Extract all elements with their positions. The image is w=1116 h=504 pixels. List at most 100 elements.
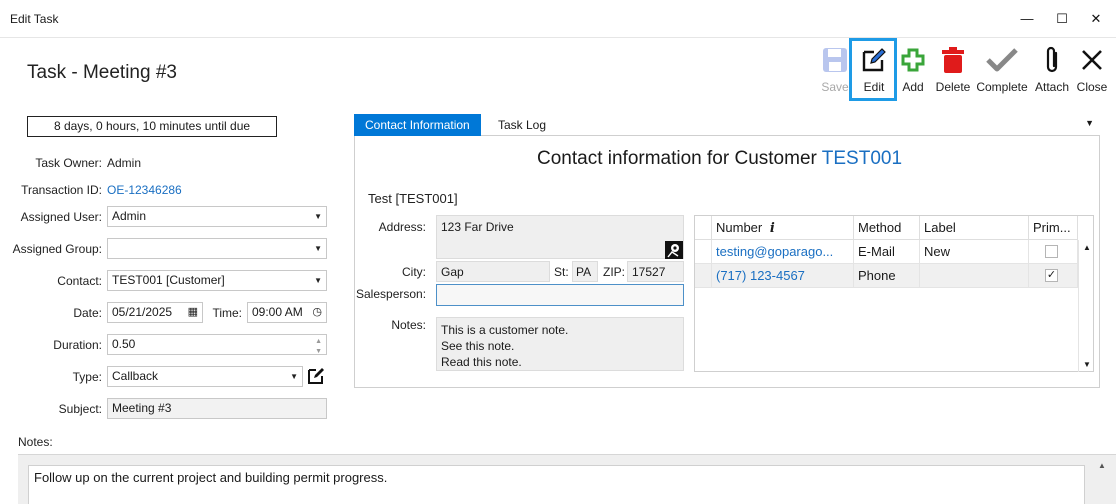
edit-label: Edit: [863, 80, 885, 94]
tab-task-log[interactable]: Task Log: [487, 114, 557, 136]
zip-label: ZIP:: [603, 265, 626, 279]
type-select[interactable]: Callback ▼: [107, 366, 303, 387]
chevron-down-icon: ▼: [290, 372, 298, 381]
subject-label: Subject:: [58, 402, 102, 416]
contact-heading: Contact information for Customer TEST001: [537, 148, 902, 170]
pencil-square-icon: [852, 44, 896, 76]
column-header-number[interactable]: Number i: [712, 216, 854, 240]
time-label: Time:: [212, 306, 242, 320]
table-cell-primary[interactable]: ✓: [1029, 264, 1078, 288]
row-selector[interactable]: [695, 240, 712, 264]
edit-type-button[interactable]: [306, 366, 326, 387]
assigned-group-select[interactable]: ▼: [107, 238, 327, 259]
task-owner-value: Admin: [107, 156, 142, 170]
address-value: 123 Far Drive: [441, 220, 514, 234]
complete-label: Complete: [976, 80, 1028, 94]
trash-icon: [931, 44, 975, 76]
date-value: 05/21/2025: [112, 305, 173, 319]
salesperson-input[interactable]: [436, 284, 684, 306]
city-field: Gap: [436, 261, 550, 282]
chevron-down-icon: ▼: [314, 276, 322, 285]
edit-button[interactable]: Edit: [852, 44, 896, 100]
title-bar: Edit Task — ☐ ✕: [0, 0, 1116, 38]
add-button[interactable]: Add: [891, 44, 935, 100]
table-cell-number[interactable]: testing@goparago...: [712, 240, 854, 264]
city-label: City:: [402, 265, 426, 279]
assigned-user-select[interactable]: Admin ▼: [107, 206, 327, 227]
tab-contact-information[interactable]: Contact Information: [354, 114, 481, 136]
close-button[interactable]: Close: [1070, 44, 1114, 100]
notes-label: Notes:: [18, 435, 53, 449]
contact-note-line: Read this note.: [441, 355, 522, 369]
contact-name: Test [TEST001]: [368, 191, 458, 206]
time-picker[interactable]: 09:00 AM ◷: [247, 302, 327, 323]
contact-note-line: See this note.: [441, 339, 515, 353]
duration-value: 0.50: [112, 337, 136, 351]
state-label: St:: [554, 265, 569, 279]
column-header-method[interactable]: Method: [854, 216, 920, 240]
column-header-label[interactable]: Label: [920, 216, 1029, 240]
number-header-label: Number: [716, 220, 763, 235]
info-icon: i: [769, 221, 775, 236]
scroll-up-icon[interactable]: ▲: [1098, 461, 1106, 470]
transaction-id-link[interactable]: OE-12346286: [107, 183, 182, 197]
close-icon: [1070, 44, 1114, 76]
scroll-up-icon[interactable]: ▲: [1083, 243, 1091, 252]
table-cell-primary[interactable]: [1029, 240, 1078, 264]
task-owner-label: Task Owner:: [35, 156, 102, 170]
calendar-icon[interactable]: ▦: [188, 303, 198, 322]
page-title: Task - Meeting #3: [27, 62, 177, 83]
state-field: PA: [572, 261, 598, 282]
window-close-button[interactable]: ✕: [1083, 6, 1109, 32]
paperclip-icon: [1030, 44, 1074, 76]
type-label: Type:: [72, 370, 102, 384]
table-cell-method[interactable]: E-Mail: [854, 240, 920, 264]
column-header-primary[interactable]: Prim...: [1029, 216, 1078, 240]
map-marker-button[interactable]: [665, 241, 683, 259]
contact-methods-grid: Number i Method Label Prim... testing@go…: [694, 215, 1094, 372]
table-cell-label[interactable]: [920, 264, 1029, 288]
subject-input[interactable]: Meeting #3: [107, 398, 327, 419]
address-field: 123 Far Drive: [436, 215, 684, 259]
primary-checkbox[interactable]: [1045, 245, 1058, 258]
transaction-id-label: Transaction ID:: [21, 183, 102, 197]
primary-checkbox[interactable]: ✓: [1045, 269, 1058, 282]
add-label: Add: [902, 80, 924, 94]
contact-notes-field: This is a customer note. See this note. …: [436, 317, 684, 371]
row-selector[interactable]: [695, 264, 712, 288]
clock-icon[interactable]: ◷: [312, 303, 322, 322]
customer-id-link[interactable]: TEST001: [822, 148, 902, 169]
grid-scrollbar[interactable]: ▲ ▼: [1078, 240, 1094, 372]
maximize-button[interactable]: ☐: [1049, 6, 1075, 32]
assigned-user-value: Admin: [112, 209, 147, 223]
address-label: Address:: [378, 220, 426, 234]
notes-textarea[interactable]: Follow up on the current project and bui…: [28, 465, 1085, 504]
delete-button[interactable]: Delete: [931, 44, 975, 100]
duration-stepper[interactable]: 0.50 ▲ ▼: [107, 334, 327, 355]
type-value: Callback: [112, 369, 159, 383]
assigned-group-label: Assigned Group:: [12, 242, 102, 256]
salesperson-label: Salesperson:: [356, 287, 427, 301]
contact-value: TEST001 [Customer]: [112, 273, 225, 287]
table-cell-label[interactable]: New: [920, 240, 1029, 264]
chevron-down-icon[interactable]: ▼: [1085, 118, 1094, 128]
scroll-down-icon[interactable]: ▼: [1083, 360, 1091, 369]
zip-field: 17527: [627, 261, 684, 282]
delete-label: Delete: [935, 80, 971, 94]
stepper-down-icon[interactable]: ▼: [315, 342, 322, 361]
contact-select[interactable]: TEST001 [Customer] ▼: [107, 270, 327, 291]
table-cell-method[interactable]: Phone: [854, 264, 920, 288]
map-pin-icon: [665, 241, 683, 259]
chevron-down-icon: ▼: [314, 244, 322, 253]
minimize-button[interactable]: —: [1014, 6, 1040, 32]
date-label: Date:: [73, 306, 102, 320]
contact-label: Contact:: [57, 274, 102, 288]
complete-button[interactable]: Complete: [976, 44, 1028, 100]
attach-button[interactable]: Attach: [1030, 44, 1074, 100]
plus-icon: [891, 44, 935, 76]
checkmark-icon: [976, 44, 1028, 76]
date-picker[interactable]: 05/21/2025 ▦: [107, 302, 203, 323]
table-cell-number[interactable]: (717) 123-4567: [712, 264, 854, 288]
contact-note-line: This is a customer note.: [441, 323, 569, 337]
time-value: 09:00 AM: [252, 305, 303, 319]
